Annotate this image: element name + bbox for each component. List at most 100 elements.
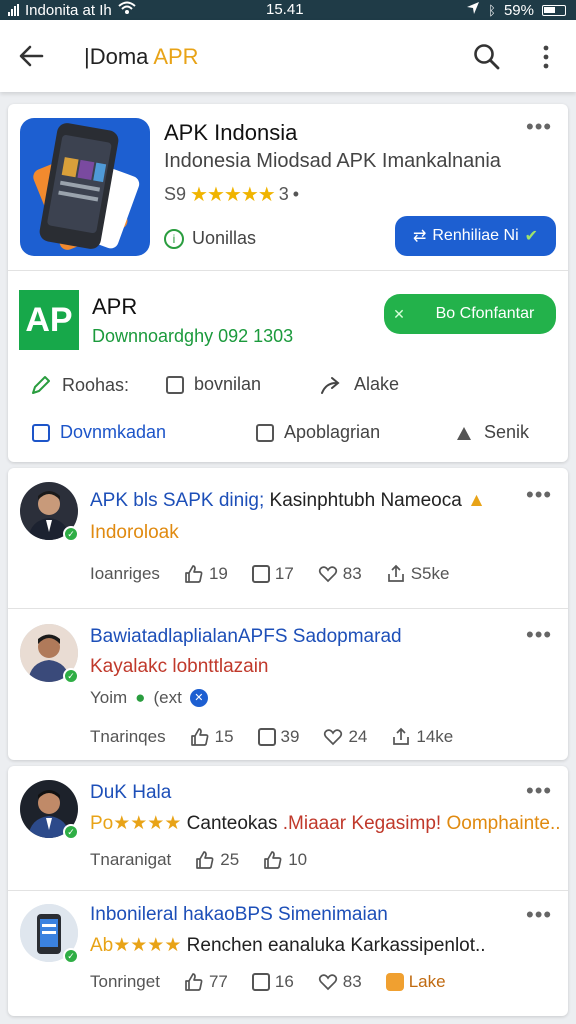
verified-badge-icon: ✓ [63, 824, 79, 840]
orange-badge-icon [385, 973, 404, 991]
action-share[interactable]: Alake [320, 374, 399, 395]
rating-prefix: S9 [164, 184, 187, 204]
action-download-label: Dovnmkadan [60, 422, 167, 442]
post-meta: Tnaranigat 25 10 [90, 850, 331, 870]
verified-badge-icon: ✓ [63, 948, 79, 964]
install-button[interactable]: ⇄ Renhiliae Ni ✔ [395, 216, 556, 256]
post-stars: Ab★★★★ [90, 935, 182, 956]
comment-icon [32, 423, 50, 442]
action-send[interactable]: Senik [454, 422, 529, 443]
search-icon[interactable] [472, 42, 502, 72]
verified-badge-icon: ✓ [63, 668, 79, 684]
flame-icon [457, 426, 471, 440]
app-card-more-icon[interactable]: ••• [526, 116, 552, 138]
battery-percent: 59% [503, 1, 534, 19]
like-button[interactable]: 25 [195, 850, 239, 870]
post-more-icon[interactable]: ••• [526, 484, 552, 506]
heart-icon [324, 729, 343, 746]
comment-icon [251, 565, 270, 583]
download-button[interactable]: ✕ Bo Cfonfantar [384, 294, 556, 334]
app-icon[interactable] [20, 118, 150, 256]
verified-badge-icon: ✓ [63, 526, 79, 542]
share-button[interactable]: S5ke [386, 564, 449, 584]
post-title[interactable]: APK bls SAPK dinig; Kasinphtubh Nameoca … [90, 490, 530, 512]
post-inline-text-2: (ext [153, 688, 182, 707]
search-query-title[interactable]: |Doma APR [84, 44, 199, 70]
download-button-label: Bo Cfonfantar [435, 305, 535, 322]
verified-row: i Uonillas [164, 228, 256, 249]
action-share-label: Alake [354, 374, 400, 394]
heart-icon [318, 566, 337, 583]
action-bookmark[interactable]: bovnilan [166, 374, 261, 395]
post-meta: Tonringet 77 16 83 Lake [90, 972, 470, 992]
share-icon [387, 564, 404, 582]
like-button[interactable]: 19 [184, 564, 228, 584]
close-icon[interactable]: ✕ [384, 306, 414, 323]
overflow-menu-icon[interactable] [536, 42, 556, 72]
signal-icon [8, 4, 19, 16]
action-review[interactable]: Roohas: [30, 374, 129, 396]
thumbs-up-icon [190, 728, 209, 746]
post-more-icon[interactable]: ••• [526, 904, 552, 926]
heart-button[interactable]: 24 [323, 727, 367, 747]
like-button[interactable]: 10 [263, 850, 307, 870]
heart-button[interactable]: 83 [318, 972, 362, 992]
post-category: Tonringet [90, 972, 160, 991]
app-subtitle: Indonesia Miodsad APK Imankalnania [164, 150, 501, 172]
back-arrow-icon[interactable] [16, 42, 46, 70]
post-inline-text: Yoim [90, 688, 128, 707]
install-icon: ⇄ [412, 228, 427, 245]
comment-icon [256, 423, 274, 442]
pencil-icon [32, 376, 50, 394]
comment-button[interactable]: 16 [251, 972, 294, 992]
like-button[interactable]: 77 [184, 972, 228, 992]
comment-icon [251, 973, 270, 991]
divider [8, 270, 568, 271]
location-icon [466, 1, 480, 19]
post-title[interactable]: DuK Hala [90, 782, 530, 804]
lock-icon: ▲ [467, 490, 486, 511]
share-button[interactable]: 14ke [391, 727, 453, 747]
thumbs-up-icon [196, 851, 214, 869]
comment-button[interactable]: 17 [251, 564, 294, 584]
post-stars: Po★★★★ [90, 813, 182, 834]
post-category: Tnaranigat [90, 850, 172, 869]
post-more-icon[interactable]: ••• [526, 780, 552, 802]
heart-icon [318, 974, 337, 991]
post-subtitle: Indoroloak [90, 522, 179, 543]
post-subtitle: Ab★★★★ Renchen eanaluka Karkassipenlot.. [90, 935, 486, 956]
rating-dot: • [292, 184, 300, 204]
comment-button[interactable]: 39 [257, 727, 299, 747]
post-category: Ioanriges [90, 564, 160, 583]
post-inline-row: Yoim ● (ext ✕ [90, 688, 208, 708]
post-title[interactable]: BawiatadlaplialanAPFS Sadopmarad [90, 626, 530, 648]
blue-badge-icon: ✕ [189, 689, 208, 707]
thumbs-up-icon [264, 851, 282, 869]
action-download[interactable]: Dovnmkadan [32, 422, 166, 443]
action-send-label: Senik [484, 422, 530, 442]
share-button[interactable]: Lake [385, 972, 446, 992]
info-circle-icon: i [164, 228, 184, 249]
app-card: APK Indonsia ••• Indonesia Miodsad APK I… [8, 104, 568, 462]
post-subtitle: Kayalakc lobnttlazain [90, 656, 269, 677]
carrier-label: Indonita at Ih [25, 1, 112, 19]
heart-button[interactable]: 83 [318, 564, 362, 584]
bluetooth-icon: ᛒ [488, 2, 496, 18]
rating-suffix: 3 [278, 184, 289, 204]
divider [8, 608, 568, 609]
install-button-label: Renhiliae Ni [432, 227, 519, 244]
wifi-icon [118, 1, 136, 19]
like-button[interactable]: 15 [190, 727, 234, 747]
divider [8, 890, 568, 891]
status-bar: Indonita at Ih 15.41 ᛒ 59% [0, 0, 576, 20]
action-application[interactable]: Apoblagrian [256, 422, 380, 443]
post-title[interactable]: Inbonileral hakaoBPS Simenimaian [90, 904, 530, 926]
post-more-icon[interactable]: ••• [526, 624, 552, 646]
clock: 15.41 [266, 1, 304, 18]
share-arrow-icon [321, 376, 340, 394]
posts-card: ✓ DuK Hala ••• Po★★★★ Canteokas .Miaaar … [8, 766, 568, 1016]
comment-icon [257, 728, 276, 746]
star-rating-icon: ★★★★★ [190, 184, 276, 206]
apr-logo[interactable]: AP [19, 290, 79, 350]
green-link-icon: ● [135, 688, 146, 707]
